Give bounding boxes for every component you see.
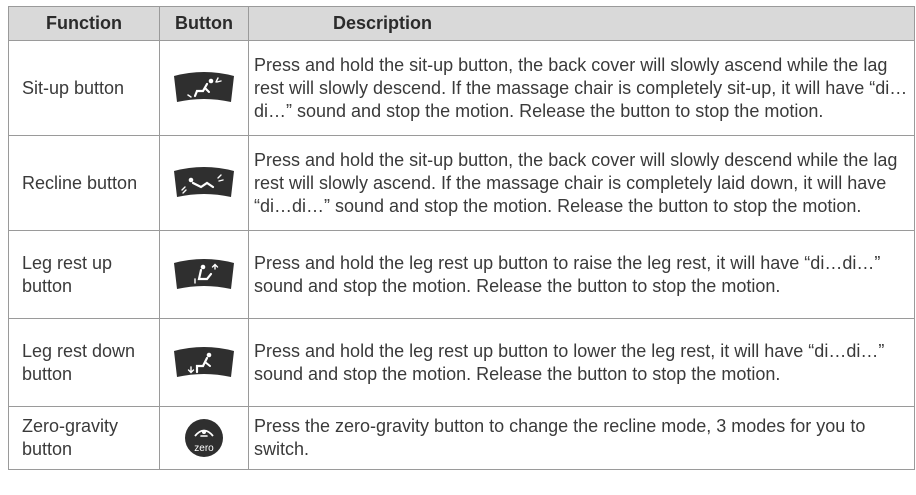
function-description: Press and hold the leg rest up button to… (248, 318, 915, 407)
table-row: Recline button Press and hold the sit-up… (8, 135, 915, 231)
leg-rest-up-icon (174, 258, 234, 289)
function-description: Press and hold the sit-up button, the ba… (248, 135, 915, 231)
table-row: Leg rest down button Press and hold the … (8, 318, 915, 407)
table-row: Zero-gravity button zero Press the zero-… (8, 406, 915, 470)
zero-label: zero (194, 443, 214, 454)
function-description: Press and hold the sit-up button, the ba… (248, 40, 915, 136)
sit-up-icon (174, 72, 234, 102)
function-description: Press the zero-gravity button to change … (248, 406, 915, 470)
function-table: Function Button Description Sit-up butto… (8, 6, 915, 470)
function-name: Leg rest up button (8, 230, 160, 319)
function-name: Zero-gravity button (8, 406, 160, 470)
recline-icon (174, 167, 234, 197)
zero-gravity-icon: zero (185, 419, 223, 457)
function-name: Leg rest down button (8, 318, 160, 407)
header-function: Function (8, 6, 160, 41)
function-name: Sit-up button (8, 40, 160, 136)
button-cell: zero (159, 406, 249, 470)
button-cell (159, 40, 249, 136)
header-button: Button (159, 6, 249, 41)
button-cell (159, 135, 249, 231)
leg-rest-down-icon (174, 346, 234, 377)
button-cell (159, 318, 249, 407)
function-description: Press and hold the leg rest up button to… (248, 230, 915, 319)
function-name: Recline button (8, 135, 160, 231)
button-cell (159, 230, 249, 319)
table-row: Sit-up button Press and hold the sit-up … (8, 40, 915, 136)
table-row: Leg rest up button Press and hold the le… (8, 230, 915, 319)
table-header-row: Function Button Description (8, 6, 915, 41)
header-description: Description (248, 6, 915, 41)
